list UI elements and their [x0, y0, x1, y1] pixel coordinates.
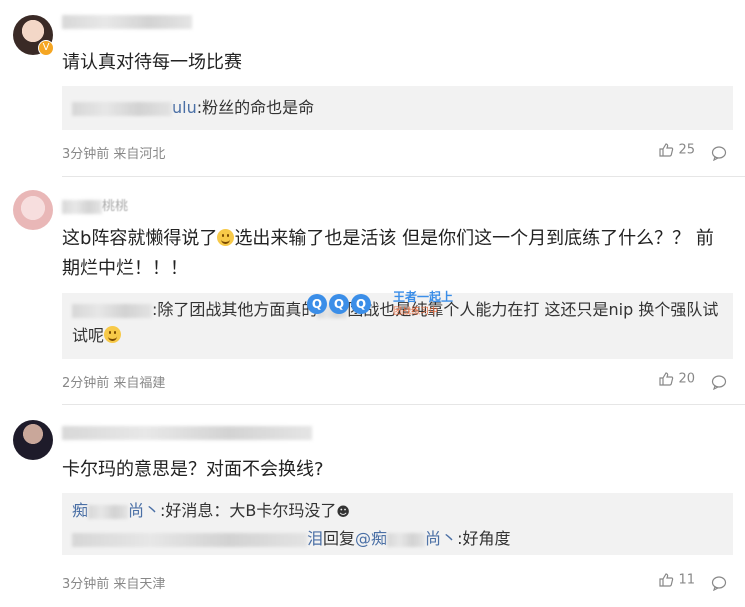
reply-line-1: 痴尚丶:好消息：大B卡尔玛没了☻: [72, 498, 723, 526]
avatar[interactable]: [13, 190, 53, 230]
like-button[interactable]: 20: [658, 371, 695, 387]
smile-emoji-icon: [217, 229, 235, 246]
username[interactable]: [62, 14, 192, 30]
like-count: 11: [678, 572, 695, 588]
watermark-circle-icon: Q: [351, 294, 371, 314]
reply-text: :粉丝的命也是命: [196, 98, 315, 117]
reply-username[interactable]: 痴尚丶: [72, 501, 160, 520]
username[interactable]: 桃桃: [62, 195, 128, 214]
comment-text: 请认真对待每一场比赛: [62, 52, 242, 73]
reply-button[interactable]: [711, 371, 727, 390]
watermark-circle-icon: Q: [329, 294, 349, 314]
reply-text: :好角度: [457, 529, 511, 548]
thumbs-up-icon: [659, 143, 674, 157]
like-count: 25: [678, 142, 695, 158]
divider: [62, 404, 745, 405]
reply-username[interactable]: 泪: [72, 529, 323, 548]
comment-bubble-icon: [711, 374, 727, 390]
comment-meta: 3分钟前 来自天津: [62, 577, 166, 592]
comment-bubble-icon: [711, 575, 727, 591]
like-button[interactable]: 11: [658, 572, 695, 588]
reply-box: ulu:粉丝的命也是命: [62, 86, 733, 130]
like-button[interactable]: 25: [658, 142, 695, 158]
comment-text: 这b阵容就懒得说了 选出来输了也是活该 但是你们这一个月到底练了什么？？ 前期烂中…: [62, 228, 714, 279]
watermark-logo: Q Q Q 王者一起上 团战练习中: [305, 288, 455, 326]
reply-username[interactable]: ulu: [72, 98, 197, 117]
reply-button[interactable]: [711, 572, 727, 591]
comment-bubble-icon: [711, 145, 727, 161]
comment-meta: 2分钟前 来自福建: [62, 376, 166, 391]
reply-line-2: 泪回复@痴 尚丶:好角度: [72, 526, 723, 552]
thumbs-up-icon: [659, 372, 674, 386]
smile-emoji-icon: [104, 326, 122, 343]
reply-box: 痴尚丶:好消息：大B卡尔玛没了☻ 泪回复@痴 尚丶:好角度: [62, 493, 733, 555]
avatar[interactable]: [13, 420, 53, 460]
reply-username[interactable]: [72, 300, 152, 319]
reply-button[interactable]: [711, 142, 727, 161]
laugh-emoji-icon: ☻: [336, 505, 350, 520]
thumbs-up-icon: [659, 573, 674, 587]
mention-username[interactable]: @痴 尚丶: [355, 529, 457, 548]
comment-meta: 3分钟前 来自河北: [62, 147, 166, 162]
watermark-circle-icon: Q: [307, 294, 327, 314]
username[interactable]: [62, 425, 312, 441]
divider: [62, 176, 745, 177]
like-count: 20: [678, 371, 695, 387]
verified-badge-icon: V: [38, 40, 54, 56]
reply-text: :好消息：大B卡尔玛没了: [160, 501, 337, 520]
comment-text: 卡尔玛的意思是？对面不会换线?: [62, 459, 324, 480]
